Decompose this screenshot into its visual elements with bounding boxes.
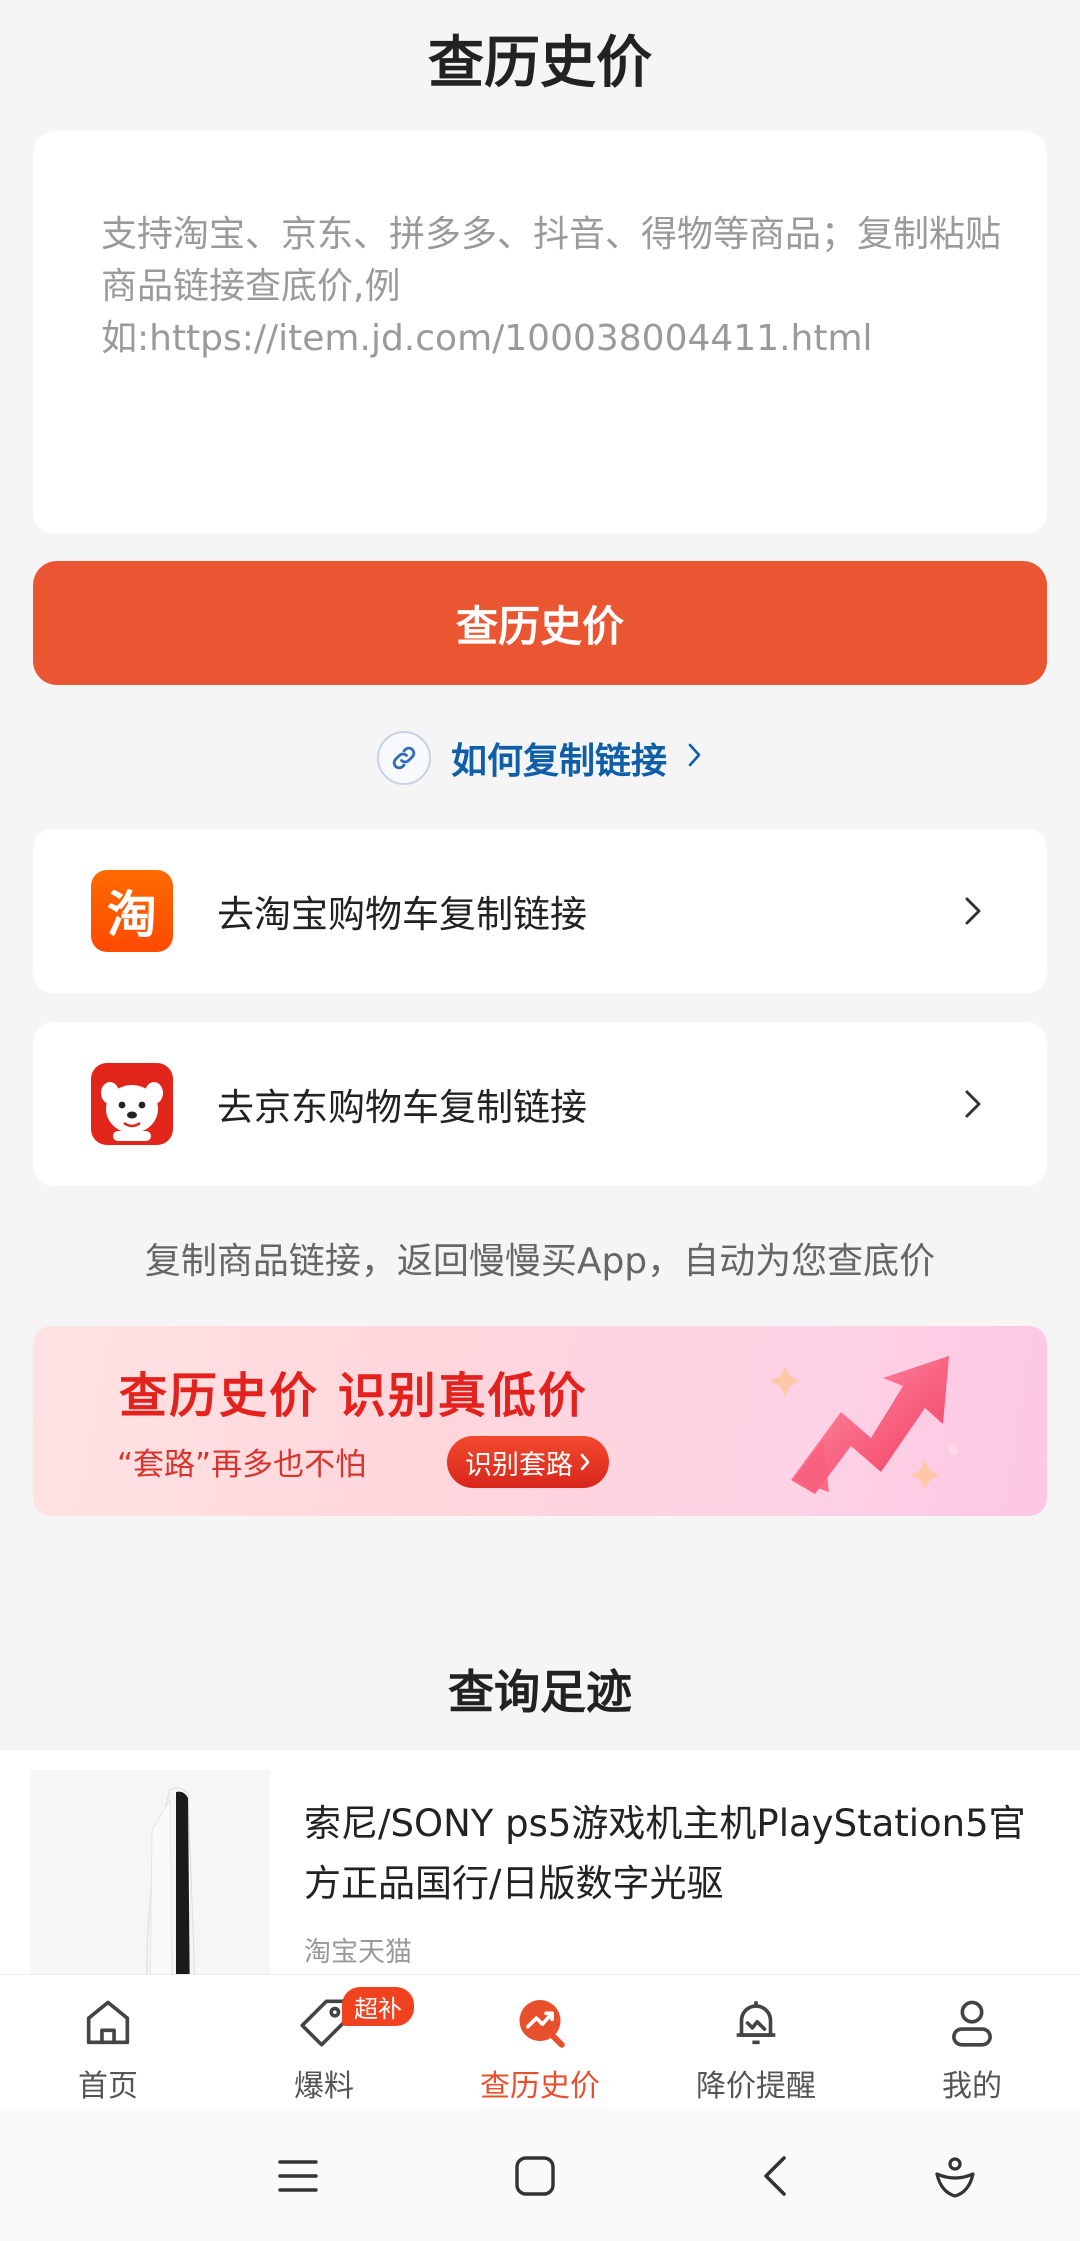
copy-link-hint: 复制商品链接，返回慢慢买App，自动为您查底价 <box>144 1241 936 1282</box>
chevron-right-icon <box>687 738 703 778</box>
tab-label: 首页 <box>78 2069 138 2104</box>
chevron-right-icon <box>965 897 981 925</box>
product-source: 淘宝天猫 <box>304 1937 412 1968</box>
link-input-card <box>33 131 1047 534</box>
jd-cart-link-row[interactable]: 去京东购物车复制链接 <box>33 1022 1047 1186</box>
history-section-title: 查询足迹 <box>448 1665 632 1719</box>
jd-cart-label: 去京东购物车复制链接 <box>217 1086 587 1129</box>
taobao-logo-icon: 淘 <box>91 870 173 952</box>
price-trend-icon <box>510 1993 570 2053</box>
banner-subtitle: “套路”再多也不怕 <box>117 1447 367 1483</box>
banner-action-label: 识别套路 <box>465 1449 573 1481</box>
search-price-button[interactable]: 查历史价 <box>33 561 1047 685</box>
tab-label: 查历史价 <box>480 2069 600 2104</box>
how-to-copy-label: 如何复制链接 <box>450 741 667 782</box>
jd-logo-icon <box>91 1063 173 1145</box>
history-item[interactable]: 索尼/SONY ps5游戏机主机PlayStation5官方正品国行/日版数字光… <box>0 1750 1080 1980</box>
price-drop-arrow-icon <box>770 1356 958 1494</box>
tab-label: 爆料 <box>294 2069 354 2104</box>
home-square-icon[interactable] <box>505 2146 565 2206</box>
banner-action-button[interactable]: 识别套路 <box>447 1436 609 1488</box>
link-input[interactable] <box>101 209 1001 509</box>
deals-badge: 超补 <box>342 1987 414 2026</box>
home-icon <box>78 1993 138 2053</box>
product-name: 索尼/SONY ps5游戏机主机PlayStation5官方正品国行/日版数字光… <box>304 1802 1026 1905</box>
taobao-cart-link-row[interactable]: 淘 去淘宝购物车复制链接 <box>33 829 1047 993</box>
chevron-right-icon <box>965 1090 981 1118</box>
tab-label: 我的 <box>942 2069 1002 2104</box>
bottom-tab-bar: 首页 超补 爆料 查历史价 降价提醒 我的 <box>0 1974 1080 2108</box>
tab-home[interactable]: 首页 <box>0 1975 216 2108</box>
tab-deals[interactable]: 超补 爆料 <box>216 1975 432 2108</box>
assistant-icon[interactable] <box>925 2146 985 2206</box>
product-thumbnail <box>30 1770 270 1980</box>
user-icon <box>942 1993 1002 2053</box>
page-title: 查历史价 <box>428 31 652 96</box>
system-navigation-bar <box>0 2108 1080 2241</box>
tab-label: 降价提醒 <box>696 2069 816 2104</box>
back-icon[interactable] <box>745 2146 805 2206</box>
tab-mine[interactable]: 我的 <box>864 1975 1080 2108</box>
taobao-cart-label: 去淘宝购物车复制链接 <box>217 893 587 936</box>
promo-banner[interactable]: 查历史价 识别真低价 “套路”再多也不怕 识别套路 <box>33 1326 1047 1516</box>
banner-title: 查历史价 识别真低价 <box>119 1368 588 1424</box>
tab-price-alert[interactable]: 降价提醒 <box>648 1975 864 2108</box>
chevron-right-icon <box>580 1453 590 1471</box>
bell-icon <box>726 1993 786 2053</box>
menu-icon[interactable] <box>268 2146 328 2206</box>
link-icon <box>376 731 431 785</box>
how-to-copy-link[interactable]: 如何复制链接 <box>0 728 1080 788</box>
tab-price-history[interactable]: 查历史价 <box>432 1975 648 2108</box>
